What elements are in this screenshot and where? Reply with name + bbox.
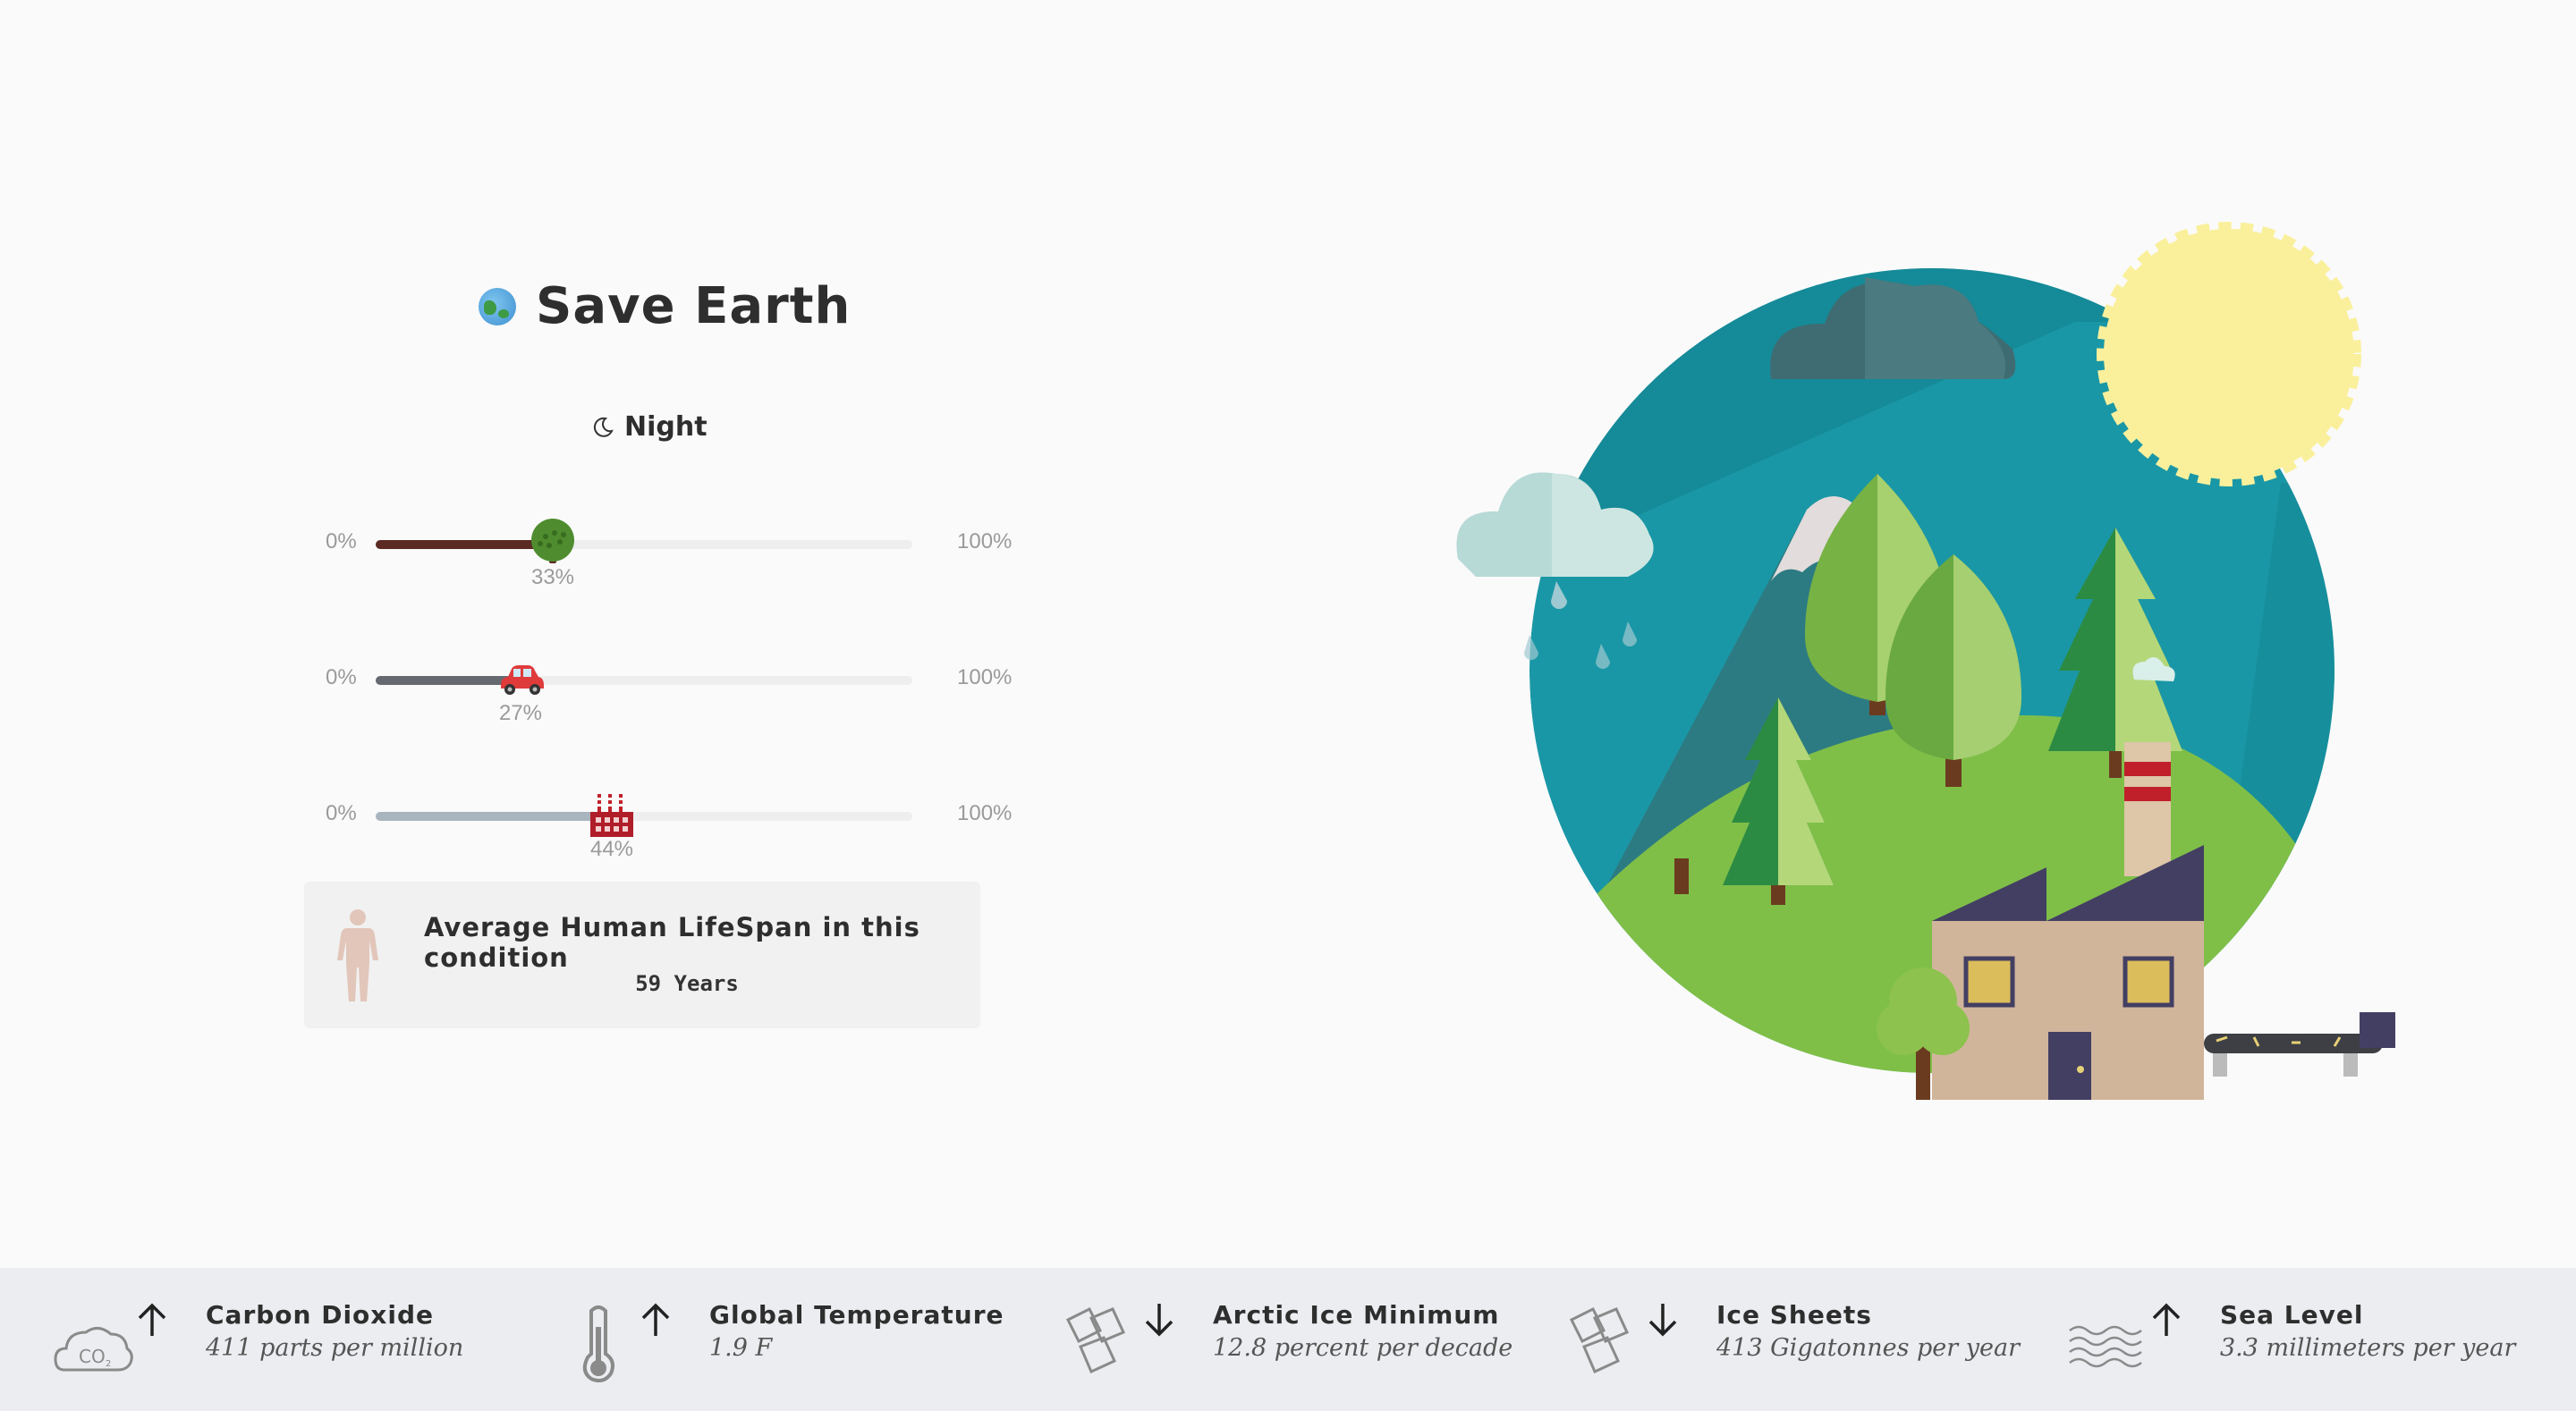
tree-slider-track[interactable] [376, 519, 912, 563]
stat-name: Arctic Ice Minimum [1213, 1300, 1500, 1330]
factory-icon[interactable] [585, 790, 639, 841]
title-row: Save Earth [479, 277, 851, 335]
stat-value: 1.9 F [709, 1334, 773, 1362]
co2-cloud-icon: CO 2 [54, 1327, 133, 1372]
day-night-toggle[interactable]: Night [590, 411, 708, 443]
sun-icon [2097, 222, 2361, 486]
slider-min-label: 0% [326, 801, 357, 825]
stat-name: Carbon Dioxide [206, 1300, 434, 1330]
car-slider-track[interactable] [376, 665, 912, 695]
stat-value: 411 parts per million [206, 1334, 464, 1362]
stat-sea-level: Sea Level 3.3 millimeters per year [2068, 1268, 2569, 1411]
stat-name: Sea Level [2220, 1300, 2364, 1330]
lifespan-card: Average Human LifeSpan in this condition… [304, 882, 980, 1028]
moon-icon [593, 417, 614, 437]
svg-text:CO: CO [79, 1346, 106, 1367]
slider-max-label: 100% [957, 801, 1013, 825]
stat-global-temperature: Global Temperature 1.9 F [557, 1268, 1058, 1411]
slider-min-label: 0% [326, 665, 357, 689]
svg-text:2: 2 [106, 1359, 111, 1369]
slider-max-label: 100% [957, 665, 1013, 689]
tree-icon[interactable] [526, 519, 580, 569]
stat-ice-sheets: Ice Sheets 413 Gigatonnes per year [1564, 1268, 2065, 1411]
stat-value: 413 Gigatonnes per year [1716, 1334, 2020, 1362]
tree-trunk [1674, 858, 1689, 894]
climate-stats-bar: CO 2 Carbon Dioxide 411 parts per millio… [0, 1268, 2576, 1411]
earth-globe-icon [479, 287, 516, 325]
arrow-up-icon [641, 1303, 670, 1336]
stat-carbon-dioxide: CO 2 Carbon Dioxide 411 parts per millio… [54, 1268, 555, 1411]
ice-cubes-icon [1065, 1306, 1126, 1374]
waves-icon [2069, 1325, 2142, 1368]
slider-min-label: 0% [326, 529, 357, 553]
car-slider-value: 27% [498, 701, 543, 725]
arrow-up-icon [2152, 1303, 2181, 1336]
stat-name: Ice Sheets [1716, 1300, 1872, 1330]
earth-scene-illustration [1456, 222, 2395, 1100]
stat-value: 12.8 percent per decade [1213, 1334, 1513, 1362]
stat-name: Global Temperature [709, 1300, 1004, 1330]
stat-value: 3.3 millimeters per year [2220, 1334, 2516, 1362]
tree-slider: 0% 100% 33% [304, 519, 1020, 589]
factory-slider-value: 44% [589, 837, 634, 861]
stat-arctic-ice-minimum: Arctic Ice Minimum 12.8 percent per deca… [1061, 1268, 1562, 1411]
page-title: Save Earth [536, 277, 852, 335]
arrow-up-icon [138, 1303, 166, 1336]
factory-slider-fill [376, 812, 612, 821]
ice-cubes-icon [1569, 1306, 1630, 1374]
factory-slider: 0% 100% 44% [304, 794, 1020, 861]
slider-max-label: 100% [957, 529, 1013, 553]
mode-label: Night [624, 411, 708, 443]
arrow-down-icon [1648, 1304, 1677, 1337]
lifespan-label: Average Human LifeSpan in this condition [424, 912, 920, 973]
tree-slider-value: 33% [530, 565, 575, 589]
arrow-down-icon [1145, 1304, 1174, 1337]
factory-slider-track[interactable] [376, 794, 912, 837]
thermometer-icon [582, 1305, 614, 1382]
lifespan-value: 59 Years [635, 971, 739, 996]
conveyor-belt-icon [2204, 1012, 2395, 1077]
car-slider: 0% 100% 27% [304, 665, 1020, 725]
car-icon[interactable] [494, 655, 547, 705]
